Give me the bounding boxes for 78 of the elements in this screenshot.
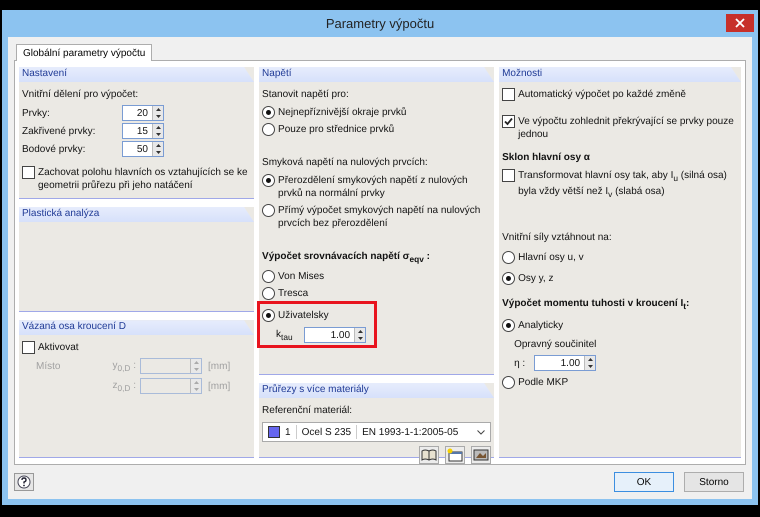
close-icon — [735, 18, 745, 28]
radio-label: Osy y, z — [518, 272, 554, 285]
spin-field[interactable]: 15 — [122, 123, 164, 139]
radio-button[interactable] — [502, 272, 516, 285]
section-label: Vnitřní dělení pro výpočet: — [22, 88, 140, 102]
tab[interactable]: Globální parametry výpočtu — [16, 44, 152, 61]
panel-header: Průřezy s více materiály — [259, 383, 494, 398]
field-label: Místo — [36, 360, 60, 372]
radio-button[interactable] — [262, 204, 276, 217]
section-label: Stanovit napětí pro: — [262, 88, 350, 102]
picture-frame-icon — [473, 448, 490, 462]
radio-button[interactable] — [262, 309, 276, 322]
radio-label: Nejnepříznivější okraje prvků — [278, 106, 408, 119]
field-label: y$_{0,D}$ : — [111, 360, 136, 373]
radio-button[interactable] — [262, 270, 276, 283]
panel-header: Vázaná osa kroucení D — [19, 320, 254, 336]
spin-field[interactable]: 1.00 — [304, 327, 366, 343]
radio-button[interactable] — [262, 287, 276, 300]
radio-label: Přímý výpočet smykových napětí na nulových prvcích bez přerozdělení — [278, 204, 482, 230]
section-label: Výpočet momentu tuhosti v kroucení I$_{t}$: — [502, 297, 690, 313]
book-icon — [421, 449, 438, 461]
material-dropdown[interactable]: 1 Ocel S 235 EN 1993-1-1:2005-05 — [262, 422, 492, 442]
chevron-down-icon — [477, 430, 486, 434]
radio-label: Von Mises — [278, 270, 326, 283]
radio-label: Přerozdělení smykových napětí z nulových prvků na normální prvky — [278, 174, 469, 200]
new-button[interactable] — [445, 446, 466, 464]
field-label: Zakřivené prvky: — [22, 126, 96, 136]
spin-field[interactable]: 50 — [122, 141, 164, 157]
checkbox[interactable] — [502, 115, 516, 128]
section-label: Výpočet srovnávacích napětí σ$_{eqv}$ : — [262, 250, 431, 266]
spin-field[interactable]: 20 — [122, 105, 164, 121]
field-label: k$_{tau}$ — [276, 328, 294, 342]
checkbox[interactable] — [22, 166, 35, 179]
section-label: Sklon hlavní osy α — [502, 151, 591, 165]
window-title: Parametry výpočtu — [326, 16, 434, 31]
radio-button[interactable] — [262, 174, 276, 187]
field-label: Prvky: — [22, 108, 51, 118]
unit-label: [mm] — [208, 360, 230, 372]
field-label: Opravný součinitel — [513, 338, 598, 352]
panel-header: Napětí — [259, 67, 494, 82]
edit-button[interactable] — [471, 446, 492, 464]
radio-label: Tresca — [278, 287, 310, 300]
radio-label: Uživatelsky — [278, 309, 330, 322]
section-label: Vnitřní síly vztáhnout na: — [502, 231, 613, 245]
checkbox-label: Aktivovat — [38, 341, 80, 354]
field-label: Bodové prvky: — [22, 144, 86, 154]
radio-label: Hlavní osy u, v — [518, 251, 585, 264]
checkbox-label: Ve výpočtu zohlednit překrývající se prvky pouze jednou — [518, 115, 735, 141]
panel-header: Možnosti — [499, 67, 741, 82]
cancel-button[interactable]: Storno — [684, 472, 744, 492]
ok-button[interactable]: OK — [614, 472, 674, 492]
section-label: Smyková napětí na nulových prvcích: — [262, 156, 429, 170]
field-label: z$_{0,D}$ : — [111, 380, 136, 393]
field-label: Referenční materiál: — [262, 404, 354, 418]
library-button[interactable] — [419, 446, 440, 464]
close-button[interactable] — [726, 14, 754, 32]
radio-button[interactable] — [502, 319, 516, 332]
checkbox-label: Zachovat polohu hlavních os vztahujících se ke geometrii průřezu při jeho natáčení — [38, 166, 249, 192]
help-button[interactable] — [14, 473, 34, 491]
checkbox[interactable] — [22, 341, 35, 354]
radio-label: Analyticky — [518, 319, 564, 332]
radio-button[interactable] — [262, 123, 276, 136]
checkbox-label: Transformovat hlavní osy tak, aby I$_{u}$ (silná osa) byla vždy větší než I$_{v}$ (slabá osa) — [518, 169, 728, 201]
radio-button[interactable] — [502, 251, 516, 264]
checkbox-label: Automatický výpočet po každé změně — [518, 88, 687, 101]
field-label: η : — [514, 358, 526, 368]
radio-button[interactable] — [262, 106, 276, 119]
spin-field[interactable]: 1.00 — [534, 355, 596, 371]
unit-label: [mm] — [208, 380, 230, 392]
panel-header: Nastavení — [19, 67, 254, 82]
radio-button[interactable] — [502, 376, 516, 389]
checkbox[interactable] — [502, 169, 516, 182]
help-icon — [17, 475, 31, 489]
radio-label: Pouze pro střednice prvků — [278, 123, 396, 136]
new-window-icon — [447, 448, 464, 462]
radio-label: Podle MKP — [518, 376, 570, 389]
panel-header: Plastická analýza — [19, 207, 254, 222]
checkbox[interactable] — [502, 88, 516, 101]
